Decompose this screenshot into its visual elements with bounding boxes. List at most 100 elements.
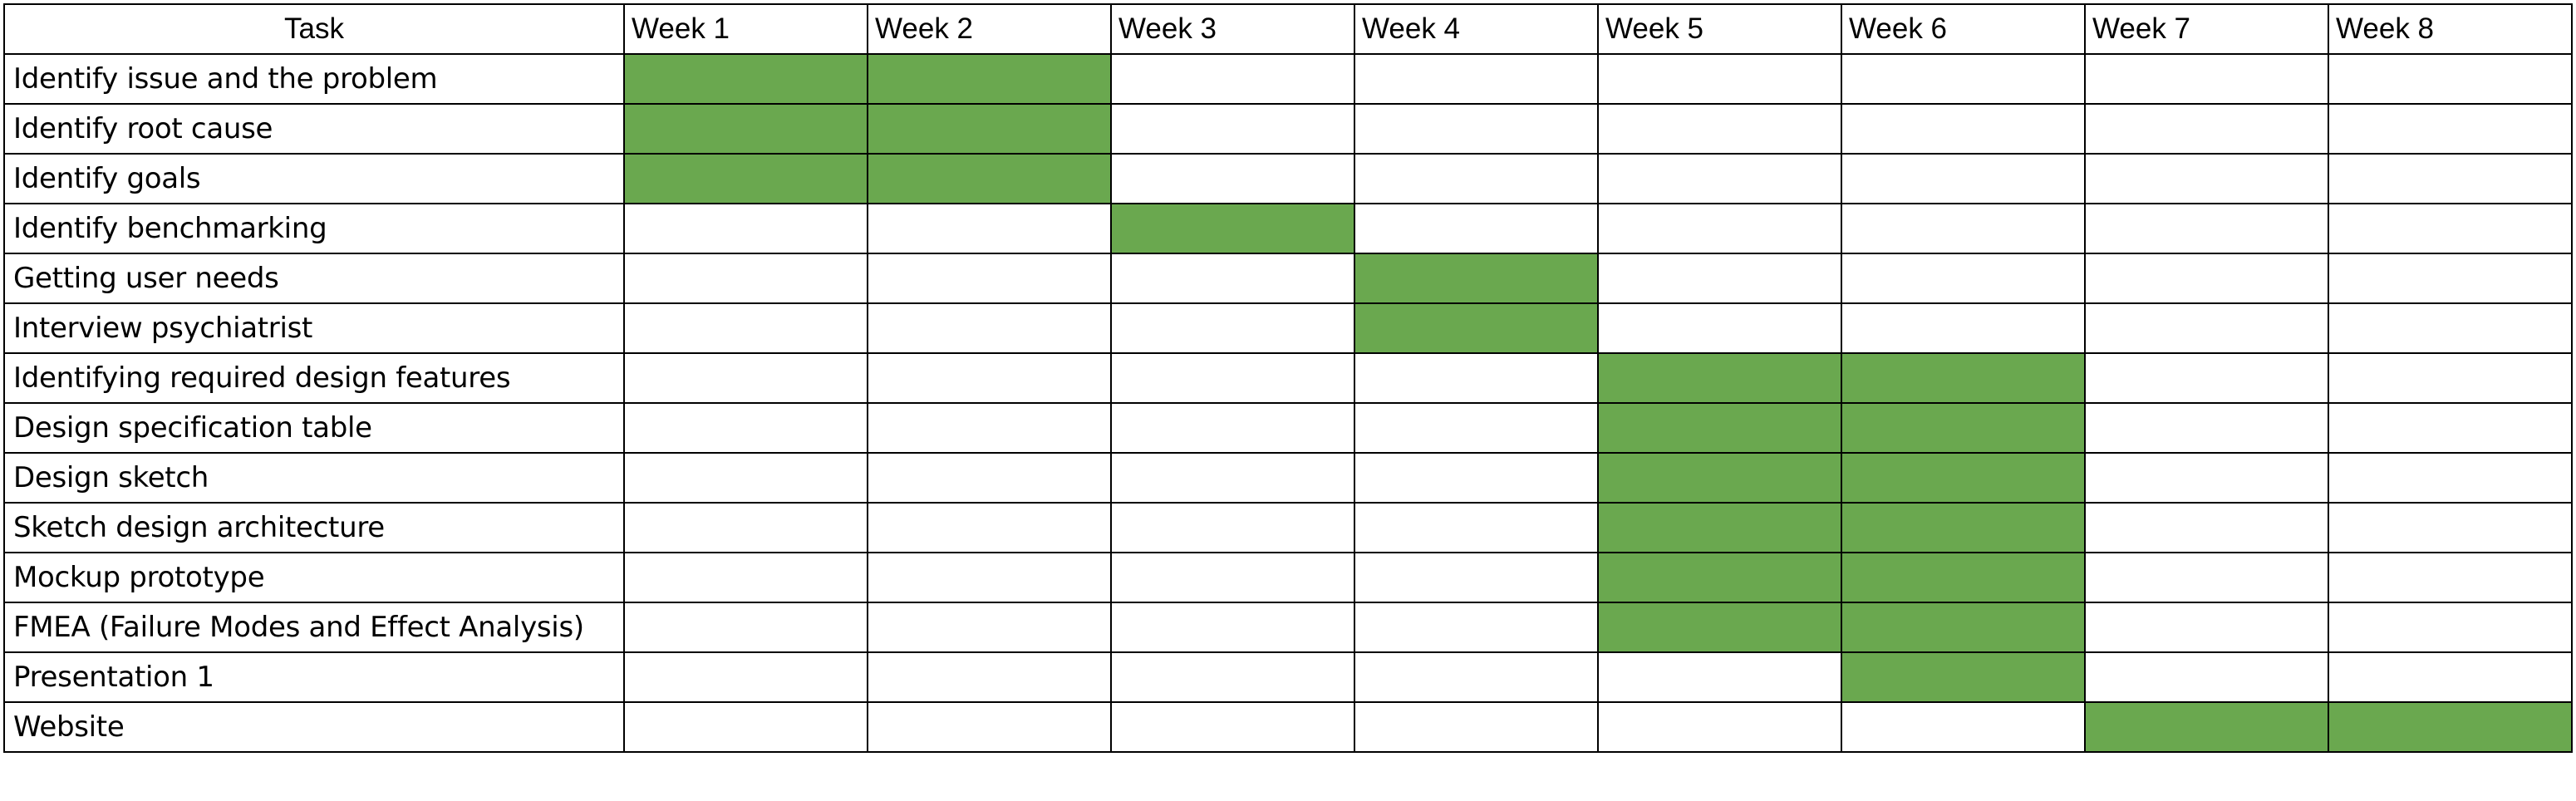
empty-week-cell bbox=[1110, 552, 1355, 603]
empty-week-cell bbox=[1110, 153, 1355, 204]
empty-week-cell bbox=[1354, 203, 1599, 254]
empty-week-cell bbox=[2084, 302, 2329, 354]
task-label: Presentation 1 bbox=[3, 651, 625, 703]
empty-week-cell bbox=[867, 402, 1112, 454]
empty-week-cell bbox=[1354, 53, 1599, 105]
gantt-bar-cell bbox=[1597, 502, 1842, 553]
empty-week-cell bbox=[1354, 402, 1599, 454]
empty-week-cell bbox=[1597, 153, 1842, 204]
gantt-bar-cell bbox=[623, 153, 868, 204]
empty-week-cell bbox=[2084, 552, 2329, 603]
empty-week-cell bbox=[2328, 502, 2573, 553]
empty-week-cell bbox=[623, 552, 868, 603]
empty-week-cell bbox=[623, 203, 868, 254]
gantt-bar-cell bbox=[1597, 552, 1842, 603]
empty-week-cell bbox=[2328, 53, 2573, 105]
week-column-header: Week 3 bbox=[1110, 3, 1355, 55]
empty-week-cell bbox=[1597, 53, 1842, 105]
empty-week-cell bbox=[1110, 502, 1355, 553]
empty-week-cell bbox=[623, 352, 868, 404]
empty-week-cell bbox=[1354, 701, 1599, 753]
task-label: Interview psychiatrist bbox=[3, 302, 625, 354]
empty-week-cell bbox=[1841, 253, 2086, 304]
empty-week-cell bbox=[867, 253, 1112, 304]
empty-week-cell bbox=[1841, 103, 2086, 155]
empty-week-cell bbox=[1354, 352, 1599, 404]
task-label: Sketch design architecture bbox=[3, 502, 625, 553]
empty-week-cell bbox=[1597, 302, 1842, 354]
gantt-bar-cell bbox=[1597, 352, 1842, 404]
empty-week-cell bbox=[623, 502, 868, 553]
empty-week-cell bbox=[1841, 153, 2086, 204]
empty-week-cell bbox=[623, 452, 868, 504]
empty-week-cell bbox=[1841, 302, 2086, 354]
task-label: Design specification table bbox=[3, 402, 625, 454]
table-row: Mockup prototype bbox=[3, 552, 2573, 603]
empty-week-cell bbox=[2328, 552, 2573, 603]
empty-week-cell bbox=[867, 602, 1112, 653]
task-label: Design sketch bbox=[3, 452, 625, 504]
task-label: Getting user needs bbox=[3, 253, 625, 304]
empty-week-cell bbox=[2084, 502, 2329, 553]
empty-week-cell bbox=[1841, 701, 2086, 753]
empty-week-cell bbox=[1354, 153, 1599, 204]
table-row: Identifying required design features bbox=[3, 352, 2573, 404]
empty-week-cell bbox=[2084, 203, 2329, 254]
table-row: Design specification table bbox=[3, 402, 2573, 454]
table-row: Presentation 1 bbox=[3, 651, 2573, 703]
empty-week-cell bbox=[867, 203, 1112, 254]
empty-week-cell bbox=[2084, 153, 2329, 204]
empty-week-cell bbox=[1597, 701, 1842, 753]
empty-week-cell bbox=[1110, 352, 1355, 404]
task-column-header: Task bbox=[3, 3, 625, 55]
empty-week-cell bbox=[1354, 103, 1599, 155]
task-label: Identify root cause bbox=[3, 103, 625, 155]
empty-week-cell bbox=[867, 651, 1112, 703]
empty-week-cell bbox=[1597, 651, 1842, 703]
gantt-header: Task Week 1 Week 2 Week 3 Week 4 Week 5 Week 6… bbox=[3, 3, 2573, 55]
empty-week-cell bbox=[1110, 602, 1355, 653]
task-label: Website bbox=[3, 701, 625, 753]
empty-week-cell bbox=[867, 502, 1112, 553]
gantt-bar-cell bbox=[623, 53, 868, 105]
empty-week-cell bbox=[2084, 253, 2329, 304]
empty-week-cell bbox=[1110, 651, 1355, 703]
empty-week-cell bbox=[2328, 651, 2573, 703]
week-column-header: Week 4 bbox=[1354, 3, 1599, 55]
empty-week-cell bbox=[2328, 153, 2573, 204]
gantt-bar-cell bbox=[1597, 402, 1842, 454]
empty-week-cell bbox=[1354, 452, 1599, 504]
empty-week-cell bbox=[1354, 502, 1599, 553]
week-column-header: Week 7 bbox=[2084, 3, 2329, 55]
empty-week-cell bbox=[2084, 352, 2329, 404]
gantt-bar-cell bbox=[1841, 502, 2086, 553]
week-column-header: Week 5 bbox=[1597, 3, 1842, 55]
empty-week-cell bbox=[623, 253, 868, 304]
empty-week-cell bbox=[623, 402, 868, 454]
gantt-bar-cell bbox=[1841, 402, 2086, 454]
gantt-bar-cell bbox=[2084, 701, 2329, 753]
empty-week-cell bbox=[2328, 352, 2573, 404]
empty-week-cell bbox=[1110, 302, 1355, 354]
empty-week-cell bbox=[2084, 402, 2329, 454]
task-label: Identifying required design features bbox=[3, 352, 625, 404]
gantt-bar-cell bbox=[1597, 602, 1842, 653]
empty-week-cell bbox=[867, 302, 1112, 354]
task-label: FMEA (Failure Modes and Effect Analysis) bbox=[3, 602, 625, 653]
gantt-bar-cell bbox=[867, 153, 1112, 204]
table-row: Identify goals bbox=[3, 153, 2573, 204]
empty-week-cell bbox=[1597, 203, 1842, 254]
empty-week-cell bbox=[1841, 203, 2086, 254]
empty-week-cell bbox=[867, 452, 1112, 504]
empty-week-cell bbox=[1110, 253, 1355, 304]
empty-week-cell bbox=[1841, 53, 2086, 105]
gantt-bar-cell bbox=[1841, 352, 2086, 404]
week-column-header: Week 6 bbox=[1841, 3, 2086, 55]
table-row: Identify issue and the problem bbox=[3, 53, 2573, 105]
empty-week-cell bbox=[867, 701, 1112, 753]
empty-week-cell bbox=[2084, 452, 2329, 504]
gantt-bar-cell bbox=[1841, 651, 2086, 703]
task-label: Identify goals bbox=[3, 153, 625, 204]
table-row: Identify root cause bbox=[3, 103, 2573, 155]
table-row: Interview psychiatrist bbox=[3, 302, 2573, 354]
